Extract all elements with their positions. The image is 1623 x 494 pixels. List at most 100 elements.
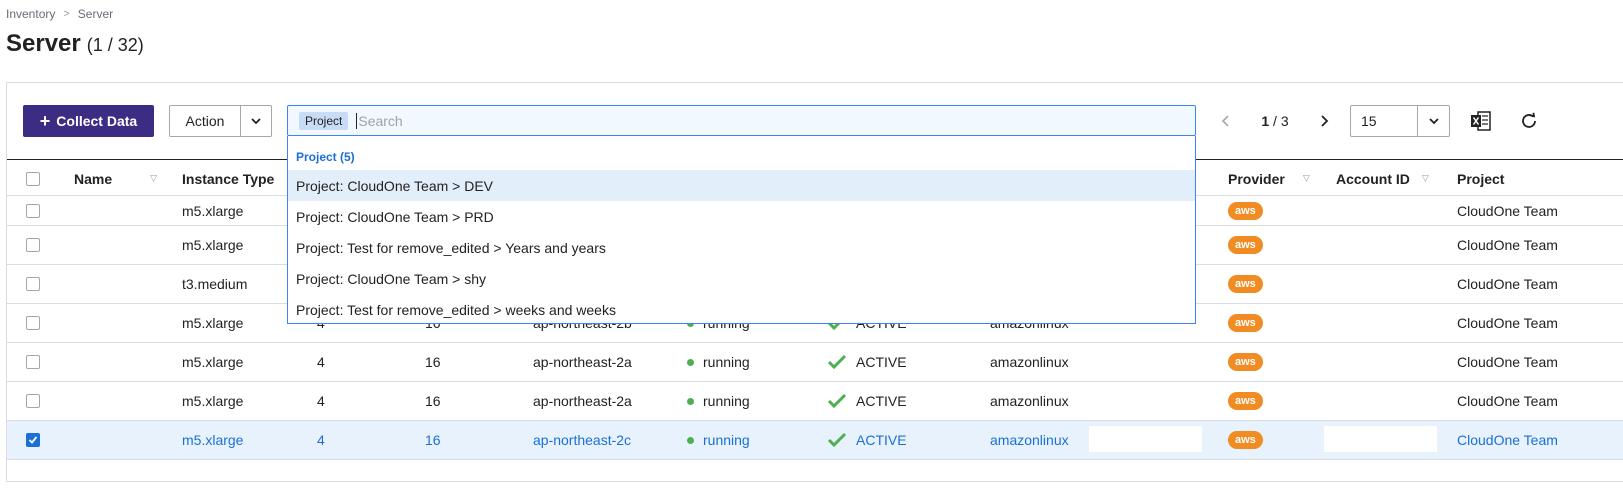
collect-data-button[interactable]: + Collect Data: [23, 105, 154, 137]
suggestion-item[interactable]: Project: Test for remove_edited > Years …: [288, 232, 1195, 263]
breadcrumb-inventory[interactable]: Inventory: [6, 7, 55, 21]
cell-provider: aws: [1228, 226, 1263, 264]
cell-project[interactable]: CloudOne Team: [1457, 265, 1558, 303]
cell-project[interactable]: CloudOne Team: [1457, 226, 1558, 264]
cell-os: amazonlinux: [990, 432, 1069, 448]
cell-instance-type: m5.xlarge: [182, 432, 244, 448]
breadcrumb: Inventory > Server: [6, 7, 113, 21]
page-size-value: 15: [1351, 106, 1418, 136]
cell-state-text: running: [703, 432, 750, 448]
cell-state: running: [687, 382, 750, 420]
select-all-checkbox[interactable]: [26, 171, 40, 186]
provider-badge: aws: [1228, 202, 1263, 220]
select-all-checkbox-cell: [26, 160, 40, 197]
suggestions-header: Project (5): [296, 150, 355, 164]
cell-blank: [1089, 426, 1202, 452]
chevron-left-icon[interactable]: [1212, 114, 1240, 128]
sort-icon[interactable]: ▽: [150, 173, 157, 184]
sort-icon[interactable]: ▽: [1303, 173, 1310, 184]
cell-lifecycle-text: ACTIVE: [856, 354, 907, 370]
column-header-account-id[interactable]: Account ID ▽: [1336, 160, 1429, 197]
search-suggestions-menu: Project (5) Project: CloudOne Team > DEV…: [287, 136, 1196, 324]
table-row[interactable]: m5.xlarge 4 16 ap-northeast-2a running ACTIVE…: [7, 382, 1623, 421]
cell-instance-type: m5.xlarge: [182, 354, 244, 370]
cell-os: amazonlinux: [990, 393, 1069, 409]
chevron-right-icon[interactable]: [1310, 114, 1338, 128]
page-indicator: 1 / 3: [1240, 113, 1310, 129]
cell-lifecycle: ACTIVE: [827, 343, 907, 381]
cell-lifecycle: ACTIVE: [827, 421, 907, 459]
table-row[interactable]: m5.xlarge 4 16 ap-northeast-2a running ACTIVE…: [7, 343, 1623, 382]
search-input[interactable]: [358, 112, 1195, 129]
plus-icon: +: [39, 111, 51, 131]
row-checkbox[interactable]: [26, 316, 40, 330]
row-checkbox-cell: [26, 421, 40, 459]
cell-lifecycle-text: ACTIVE: [856, 393, 907, 409]
row-checkbox[interactable]: [26, 277, 40, 291]
cell-os: amazonlinux: [990, 354, 1069, 370]
column-header-label: Provider: [1228, 170, 1285, 187]
suggestion-item[interactable]: Project: CloudOne Team > shy: [288, 263, 1195, 294]
cell-instance-type: m5.xlarge: [182, 203, 244, 219]
search-filter-tag[interactable]: Project: [299, 111, 349, 130]
table-row[interactable]: m5.xlarge 4 16 ap-northeast-2c running ACTIVE…: [7, 421, 1623, 460]
cell-instance-type: m5.xlarge: [182, 315, 244, 331]
cell-state-text: running: [703, 354, 750, 370]
chevron-down-icon[interactable]: [241, 106, 271, 136]
pagination: 1 / 3: [1212, 105, 1342, 137]
row-checkbox[interactable]: [26, 355, 40, 369]
sort-icon[interactable]: ▽: [1422, 173, 1429, 184]
column-header-label: Account ID: [1336, 170, 1410, 187]
row-checkbox-cell: [26, 265, 40, 303]
cell-instance-type: t3.medium: [182, 276, 248, 292]
cell-project[interactable]: CloudOne Team: [1457, 304, 1558, 342]
row-checkbox-cell: [26, 197, 40, 225]
provider-badge: aws: [1228, 431, 1263, 449]
cell-core: 4: [317, 432, 325, 448]
page-title: Server (1 / 32): [6, 30, 144, 58]
row-checkbox[interactable]: [26, 394, 40, 408]
column-header-provider[interactable]: Provider ▽: [1228, 160, 1310, 197]
cell-instance-type: m5.xlarge: [182, 237, 244, 253]
chevron-right-icon: >: [63, 8, 70, 20]
row-checkbox-cell: [26, 382, 40, 420]
suggestion-item[interactable]: Project: CloudOne Team > DEV: [288, 170, 1195, 201]
page-size-select[interactable]: 15: [1350, 105, 1450, 137]
cell-blank: [1324, 426, 1437, 452]
column-header-name[interactable]: Name ▽: [74, 160, 157, 197]
text-caret: [356, 112, 358, 129]
row-checkbox[interactable]: [26, 204, 40, 218]
chevron-down-icon[interactable]: [1418, 106, 1449, 136]
refresh-icon[interactable]: [1517, 109, 1541, 133]
page-title-text: Server: [6, 30, 81, 57]
provider-badge: aws: [1228, 314, 1263, 332]
action-dropdown[interactable]: Action: [169, 105, 272, 137]
column-header-project[interactable]: Project: [1457, 160, 1504, 197]
cell-project[interactable]: CloudOne Team: [1457, 382, 1558, 420]
suggestion-item[interactable]: Project: CloudOne Team > PRD: [288, 201, 1195, 232]
cell-provider: aws: [1228, 421, 1263, 459]
suggestion-item[interactable]: Project: Test for remove_edited > weeks …: [288, 294, 1195, 325]
cell-core: 4: [317, 354, 325, 370]
status-dot-icon: [687, 397, 694, 405]
cell-project[interactable]: CloudOne Team: [1457, 343, 1558, 381]
excel-export-icon[interactable]: [1469, 109, 1493, 133]
cell-lifecycle-text: ACTIVE: [856, 432, 907, 448]
cell-provider: aws: [1228, 304, 1263, 342]
row-checkbox[interactable]: [26, 433, 40, 447]
row-checkbox[interactable]: [26, 238, 40, 252]
cell-project[interactable]: CloudOne Team: [1457, 421, 1558, 459]
cell-instance-type: m5.xlarge: [182, 393, 244, 409]
breadcrumb-server: Server: [77, 7, 114, 21]
action-dropdown-label: Action: [170, 106, 241, 136]
column-header-instance-type[interactable]: Instance Type: [182, 160, 274, 197]
provider-badge: aws: [1228, 236, 1263, 254]
server-table-panel: + Collect Data Action Project Project (5…: [6, 82, 1623, 482]
cell-project[interactable]: CloudOne Team: [1457, 197, 1558, 225]
search-bar[interactable]: Project: [287, 105, 1196, 136]
checkmark-icon: [827, 393, 847, 409]
cell-region: ap-northeast-2c: [533, 432, 632, 448]
cell-provider: aws: [1228, 265, 1263, 303]
provider-badge: aws: [1228, 275, 1263, 293]
cell-provider: aws: [1228, 382, 1263, 420]
